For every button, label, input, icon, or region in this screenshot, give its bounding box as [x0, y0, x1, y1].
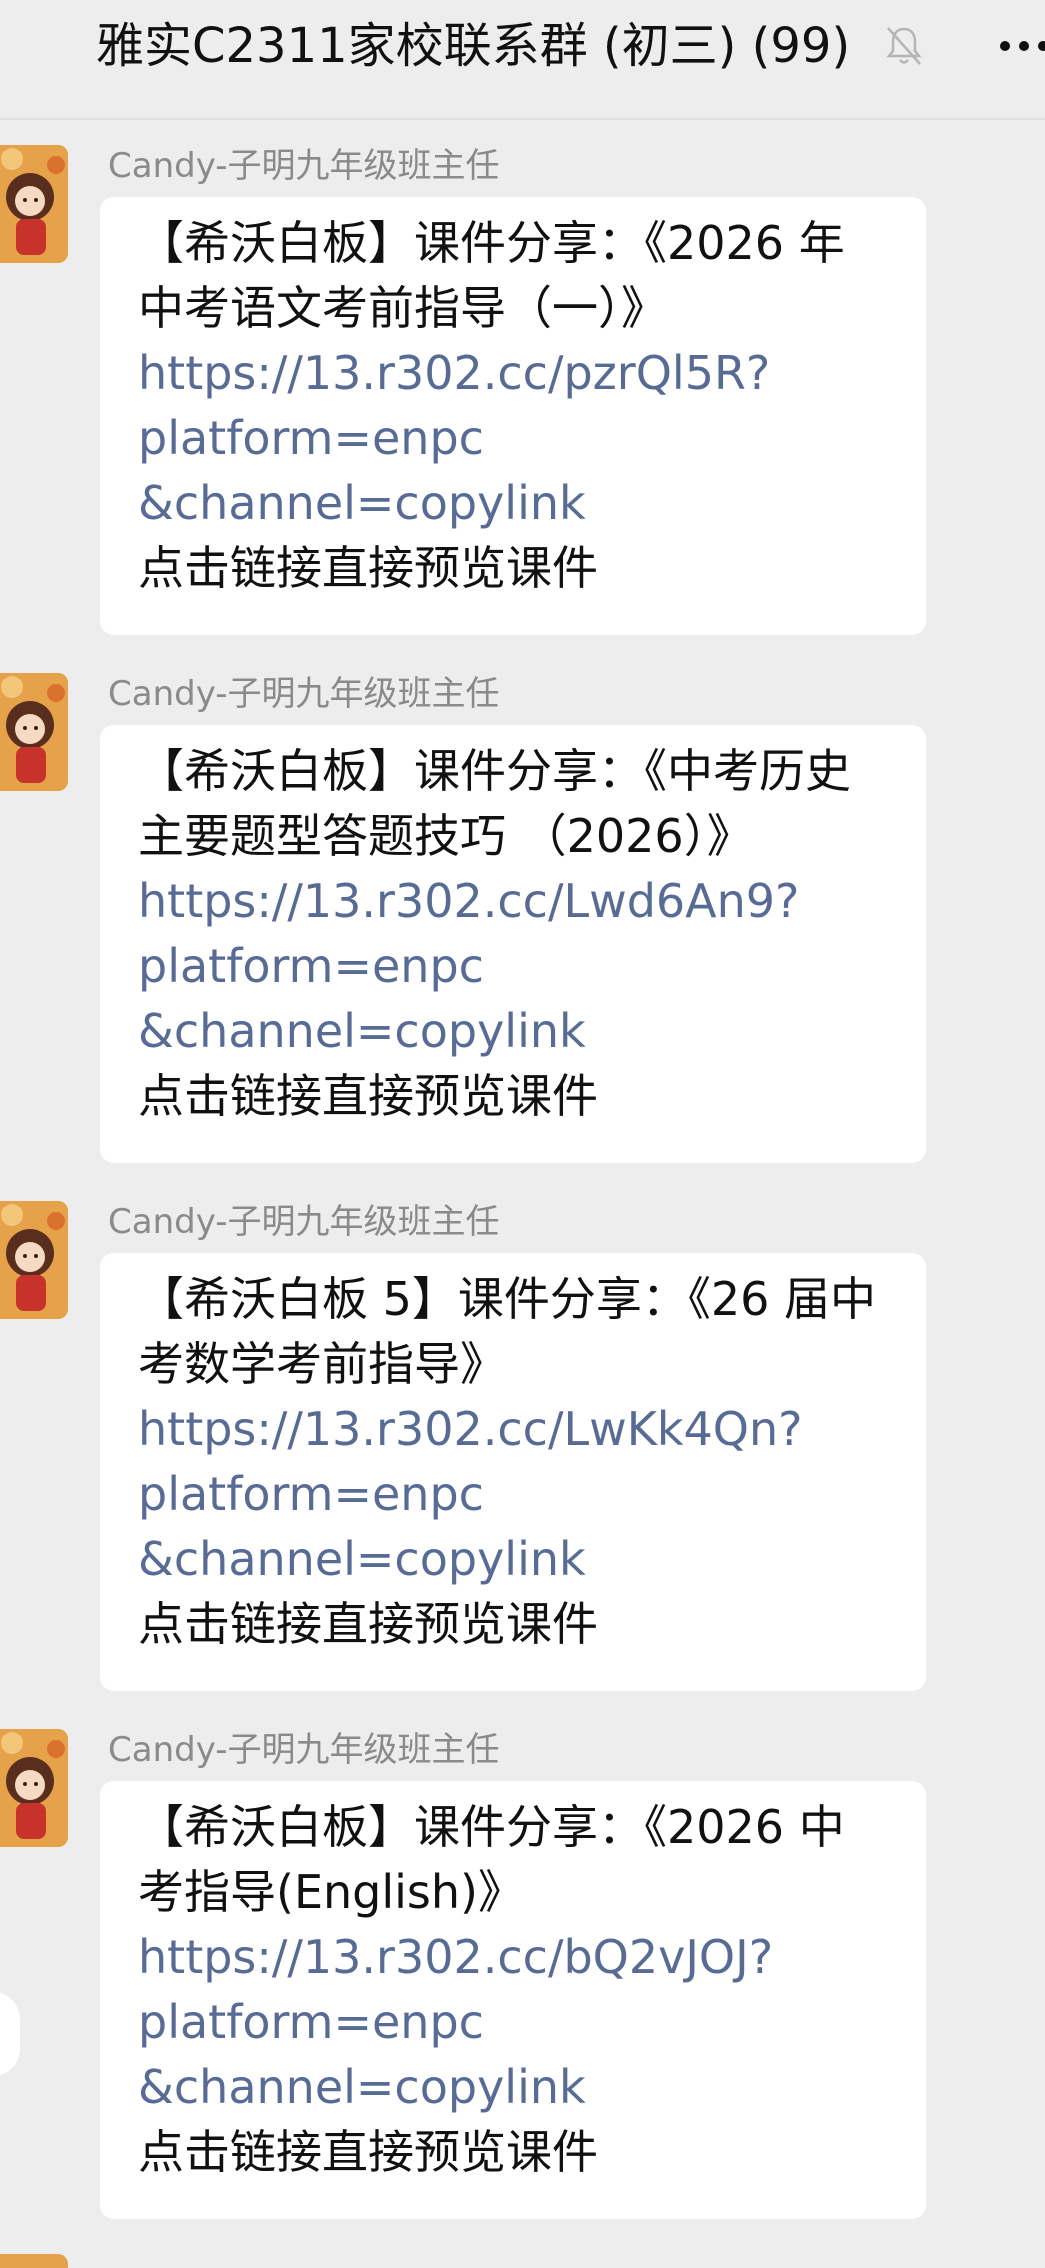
avatar-image: [0, 673, 68, 791]
avatar[interactable]: [0, 673, 68, 791]
message-title-line: 中考语文考前指导（一）》: [138, 281, 667, 335]
avatar[interactable]: [0, 1729, 68, 1847]
message-footer: 点击链接直接预览课件: [138, 541, 598, 595]
message-footer: 点击链接直接预览课件: [138, 2125, 598, 2179]
message-title-line: 【希沃白板】课件分享：《2026 中: [138, 1800, 845, 1854]
chat-title: 雅实C2311家校联系群 (初三) (99): [96, 18, 851, 74]
message-title-line: 【希沃白板 5】课件分享：《26 届中: [138, 1272, 877, 1326]
message-link[interactable]: https://13.r302.cc/LwKk4Qn?: [138, 1397, 896, 1462]
message-title-line: 【希沃白板】课件分享：《中考历史: [138, 744, 851, 798]
bell-off-icon: [886, 27, 922, 65]
message-link[interactable]: &channel=copylink: [138, 999, 896, 1064]
message-link[interactable]: &channel=copylink: [138, 471, 896, 536]
message-link[interactable]: &channel=copylink: [138, 2055, 896, 2120]
message-title-line: 考数学考前指导》: [138, 1337, 506, 1391]
avatar-image: [0, 145, 68, 263]
message-link[interactable]: platform=enpc: [138, 1462, 896, 1527]
chat-message: Candy-子明九年级班主任 【希沃白板 5】课件分享：《26 届中 考数学考前…: [0, 1201, 1045, 1691]
chat-message: Candy-子明九年级班主任 【希沃白板】课件分享：《中考历史 主要题型答题技巧…: [0, 673, 1045, 1163]
message-link[interactable]: platform=enpc: [138, 1990, 896, 2055]
message-link[interactable]: https://13.r302.cc/bQ2vJOJ?: [138, 1925, 896, 1990]
sender-name: Candy-子明九年级班主任: [108, 1202, 500, 1242]
chat-message: Candy-子明九年级班主任 【希沃白板】课件分享：《2026 年 中考语文考前…: [0, 145, 1045, 635]
sender-name: Candy-子明九年级班主任: [108, 674, 500, 714]
more-dots-icon[interactable]: [998, 34, 1045, 58]
message-link[interactable]: platform=enpc: [138, 934, 896, 999]
avatar-image: [0, 1729, 68, 1847]
avatar[interactable]: [0, 1201, 68, 1319]
chat-message: Candy-子明九年级班主任 【希沃白板】课件分享：《2026 中 考指导(En…: [0, 1729, 1045, 2219]
message-bubble[interactable]: 【希沃白板 5】课件分享：《26 届中 考数学考前指导》 https://13.…: [100, 1253, 926, 1691]
message-title-line: 主要题型答题技巧 （2026）》: [138, 809, 753, 863]
avatar[interactable]: [0, 145, 68, 263]
sender-name: Candy-子明九年级班主任: [108, 1730, 500, 1770]
sender-name: Candy-子明九年级班主任: [108, 146, 500, 186]
message-bubble[interactable]: 【希沃白板】课件分享：《2026 中 考指导(English)》 https:/…: [100, 1781, 926, 2219]
message-footer: 点击链接直接预览课件: [138, 1069, 598, 1123]
message-title-line: 考指导(English)》: [138, 1865, 524, 1919]
message-link[interactable]: platform=enpc: [138, 406, 896, 471]
message-link[interactable]: https://13.r302.cc/pzrQl5R?: [138, 341, 896, 406]
message-bubble[interactable]: 【希沃白板】课件分享：《中考历史 主要题型答题技巧 （2026）》 https:…: [100, 725, 926, 1163]
avatar[interactable]: [0, 2254, 68, 2268]
avatar-image: [0, 1201, 68, 1319]
chat-header: 雅实C2311家校联系群 (初三) (99): [0, 0, 1045, 120]
message-title-line: 【希沃白板】课件分享：《2026 年: [138, 216, 845, 270]
message-link[interactable]: https://13.r302.cc/Lwd6An9?: [138, 869, 896, 934]
message-footer: 点击链接直接预览课件: [138, 1597, 598, 1651]
message-bubble[interactable]: 【希沃白板】课件分享：《2026 年 中考语文考前指导（一）》 https://…: [100, 197, 926, 635]
message-link[interactable]: &channel=copylink: [138, 1527, 896, 1592]
